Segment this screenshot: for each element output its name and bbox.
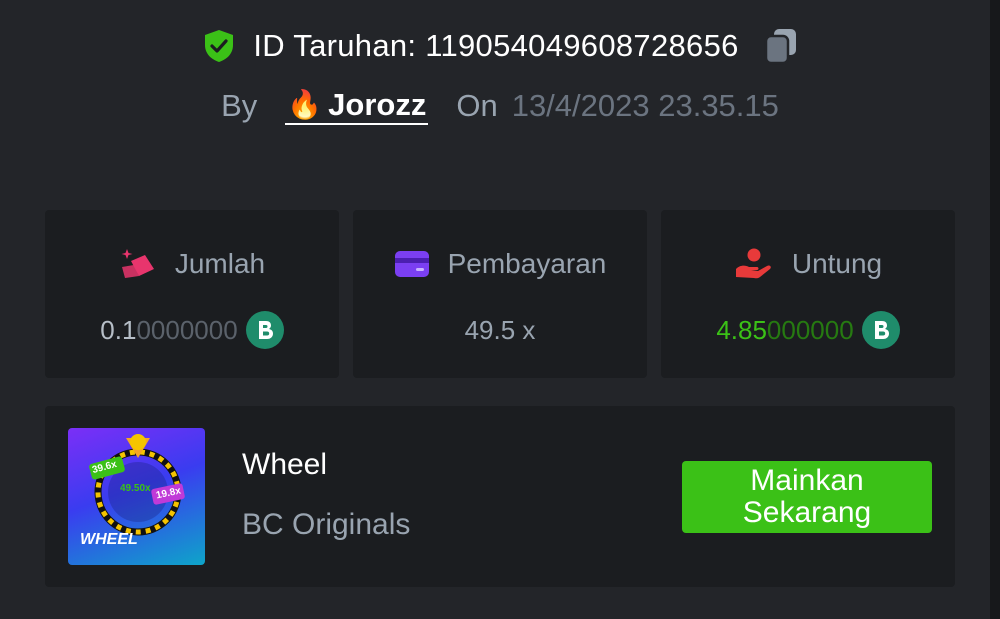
game-provider: BC Originals [242,508,411,541]
profit-value-main: 4.85 [716,314,767,345]
play-button-line1: Mainkan [750,464,864,497]
by-label: By [221,88,258,123]
copy-icon[interactable] [763,26,799,66]
game-card: 39.6x 49.50x 19.8x WHEEL Wheel BC Origin… [45,406,955,587]
payout-card: Pembayaran 49.5 x [353,210,647,378]
payout-value: 49.5 x [353,310,647,350]
payout-label: Pembayaran [447,248,607,279]
shield-check-icon [205,30,234,62]
profit-card: Untung 4.85 000000 [661,210,955,378]
bet-date: 13/4/2023 23.35.15 [511,88,779,123]
bet-id-text: ID Taruhan: 119054049608728656 [253,28,739,63]
game-title[interactable]: Wheel [242,448,327,482]
game-thumbnail[interactable]: 39.6x 49.50x 19.8x WHEEL [68,428,205,565]
bc-coin-icon [861,311,900,349]
amount-card: Jumlah 0.1 0000000 [45,210,339,378]
payout-value-text: 49.5 x [464,314,536,345]
bet-id-row: ID Taruhan: 119054049608728656 [0,24,1000,68]
amount-value: 0.1 0000000 [45,310,339,350]
bet-amount-icon [121,249,154,278]
fire-icon: 🔥 [287,89,323,120]
profit-value: 4.85 000000 [661,310,955,350]
play-button-line2: Sekarang [742,496,872,529]
thumb-title: WHEEL [80,531,138,548]
play-now-button[interactable]: Mainkan Sekarang [682,461,932,533]
profit-label: Untung [791,248,883,279]
on-label: On [456,88,498,123]
amount-label: Jumlah [174,248,266,279]
bc-coin-icon [245,311,284,349]
username-link[interactable]: 🔥 Jorozz [285,87,429,125]
profit-value-trailing: 000000 [766,314,854,345]
thumb-value-2: 49.50x [120,483,151,494]
card-icon [394,251,429,277]
amount-value-trailing: 0000000 [136,314,238,345]
bet-author-row: By 🔥 Jorozz On 13/4/2023 23.35.15 [0,84,1000,128]
username-text: Jorozz [328,87,427,122]
amount-value-main: 0.1 [100,314,137,345]
hand-profit-icon [735,248,771,279]
